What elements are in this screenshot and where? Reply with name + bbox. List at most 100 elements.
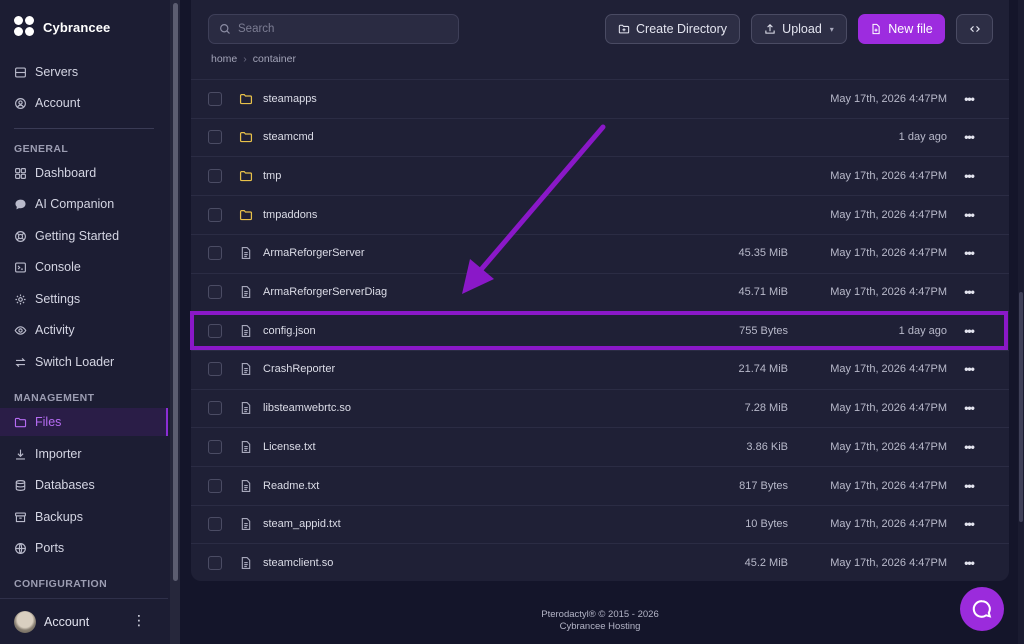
file-row[interactable]: steamapps May 17th, 2026 4:47PM ••• [191,79,1009,117]
more-horizontal-icon[interactable]: ••• [961,517,977,531]
sidebar-item-account[interactable]: Account [0,89,168,117]
more-horizontal-icon[interactable]: ••• [961,208,977,222]
sidebar-item-importer[interactable]: Importer [0,440,168,468]
more-horizontal-icon[interactable]: ••• [961,169,977,183]
more-horizontal-icon[interactable]: ••• [961,324,977,338]
file-row[interactable]: tmpaddons May 17th, 2026 4:47PM ••• [191,195,1009,233]
account-menu[interactable]: Account ⋮ [0,598,168,644]
sidebar-item-activity[interactable]: Activity [0,316,168,344]
file-row[interactable]: config.json 755 Bytes 1 day ago ••• [191,311,1009,349]
file-row[interactable]: CrashReporter 21.74 MiB May 17th, 2026 4:4… [191,349,1009,388]
file-row[interactable]: License.txt 3.86 KiB May 17th, 2026 4:47PM… [191,427,1009,465]
search-input[interactable] [238,23,438,35]
file-size: 3.86 KiB [746,440,788,453]
file-name[interactable]: ArmaReforgerServerDiag [263,286,387,298]
new-file-label: New file [888,22,933,36]
file-name[interactable]: steamclient.so [263,557,333,569]
file-icon [239,401,253,415]
file-modified: May 17th, 2026 4:47PM [830,208,947,221]
row-checkbox[interactable] [208,130,222,145]
file-name[interactable]: Readme.txt [263,480,319,492]
more-horizontal-icon[interactable]: ••• [961,556,977,570]
file-row[interactable]: steamcmd 1 day ago ••• [191,117,1009,156]
row-checkbox[interactable] [208,168,222,183]
row-checkbox[interactable] [208,362,222,377]
sidebar-item-settings[interactable]: Settings [0,285,168,313]
page-scrollbar[interactable] [1018,0,1024,644]
brand[interactable]: Cybrancee [14,16,110,38]
row-checkbox[interactable] [208,91,222,106]
chevron-right-icon: › [243,53,247,65]
section-label-management: MANAGEMENT [14,392,95,404]
file-name[interactable]: ArmaReforgerServer [263,247,364,259]
file-row[interactable]: libsteamwebrtc.so 7.28 MiB May 17th, 2026 … [191,388,1009,427]
row-checkbox[interactable] [208,517,222,532]
more-horizontal-icon[interactable]: ••• [961,401,977,415]
more-horizontal-icon[interactable]: ••• [961,130,977,144]
breadcrumb: home › container [211,53,296,65]
brand-name: Cybrancee [43,19,111,35]
more-horizontal-icon[interactable]: ••• [961,479,977,493]
code-view-button[interactable] [956,14,993,44]
upload-label: Upload [782,22,822,36]
footer-host: Cybrancee Hosting [559,621,641,632]
row-checkbox[interactable] [208,555,222,570]
file-name[interactable]: tmpaddons [263,209,317,221]
file-icon [239,440,253,454]
sidebar-scrollbar[interactable] [170,0,180,644]
section-label-configuration: CONFIGURATION [14,578,108,590]
create-directory-button[interactable]: Create Directory [605,14,740,44]
file-name[interactable]: License.txt [263,441,316,453]
file-size: 755 Bytes [739,324,788,337]
file-name[interactable]: libsteamwebrtc.so [263,402,351,414]
sidebar-item-ports[interactable]: Ports [0,534,168,562]
row-checkbox[interactable] [208,439,222,454]
sidebar-item-backups[interactable]: Backups [0,503,168,531]
file-row[interactable]: tmp May 17th, 2026 4:47PM ••• [191,156,1009,194]
row-checkbox[interactable] [208,207,222,222]
file-modified: May 17th, 2026 4:47PM [830,247,947,260]
file-icon [239,479,253,493]
more-horizontal-icon[interactable]: ••• [961,285,977,299]
more-horizontal-icon[interactable]: ••• [961,246,977,260]
sidebar-item-files[interactable]: Files [0,408,168,436]
file-name[interactable]: steamapps [263,93,317,105]
row-checkbox[interactable] [208,323,222,338]
sidebar-item-getting-started[interactable]: Getting Started [0,222,168,250]
file-row[interactable]: ArmaReforgerServerDiag 45.71 MiB May 17th,… [191,272,1009,311]
sidebar-item-databases[interactable]: Databases [0,471,168,499]
file-row[interactable]: Readme.txt 817 Bytes May 17th, 2026 4:47PM… [191,466,1009,504]
sidebar-item-dashboard[interactable]: Dashboard [0,159,168,187]
file-name[interactable]: steam_appid.txt [263,518,341,530]
more-horizontal-icon[interactable]: ••• [961,362,977,376]
account-label: Account [44,614,90,629]
file-row[interactable]: ArmaReforgerServer 45.35 MiB May 17th, 202… [191,233,1009,272]
row-checkbox[interactable] [208,478,222,493]
row-checkbox[interactable] [208,285,222,299]
file-row[interactable]: steam_appid.txt 10 Bytes May 17th, 2026 4:… [191,504,1009,543]
upload-button[interactable]: Upload ▾ [751,14,847,44]
sidebar-item-ai-companion[interactable]: AI Companion [0,190,168,218]
folder-plus-icon [618,24,630,34]
file-size: 45.2 MiB [744,556,788,569]
file-name[interactable]: tmp [263,170,281,182]
file-modified: May 17th, 2026 4:47PM [830,286,947,298]
new-file-button[interactable]: New file [858,14,945,44]
row-checkbox[interactable] [208,246,222,261]
sidebar-item-console[interactable]: Console [0,253,168,281]
more-horizontal-icon[interactable]: ••• [961,92,977,106]
chat-widget-button[interactable] [960,587,1004,631]
breadcrumb-item[interactable]: container [253,53,296,65]
file-modified: 1 day ago [898,131,947,144]
row-checkbox[interactable] [208,401,222,416]
file-name[interactable]: steamcmd [263,131,314,143]
sidebar-item-servers[interactable]: Servers [0,58,168,86]
breadcrumb-item[interactable]: home [211,53,237,65]
search-box[interactable] [208,14,459,44]
file-name[interactable]: config.json [263,325,316,337]
more-horizontal-icon[interactable]: ••• [961,440,977,454]
file-row[interactable]: steamclient.so 45.2 MiB May 17th, 2026 4:4… [191,543,1009,581]
more-vertical-icon[interactable]: ⋮ [132,613,146,627]
sidebar-item-switch-loader[interactable]: Switch Loader [0,348,168,376]
file-name[interactable]: CrashReporter [263,363,335,375]
